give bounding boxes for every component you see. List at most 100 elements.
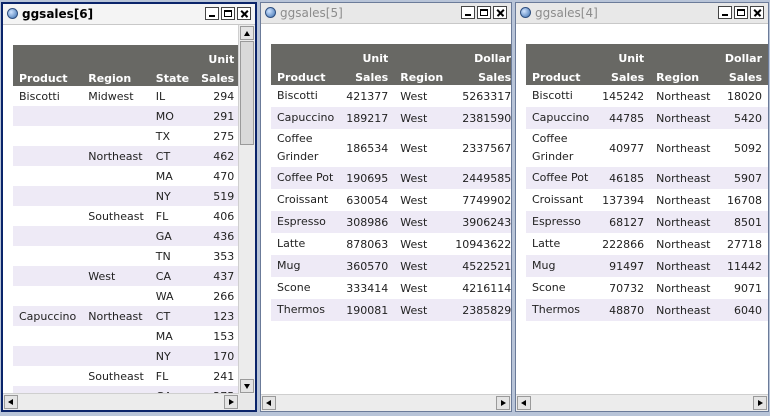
- table-cell: FL: [155, 209, 169, 223]
- column-header[interactable]: Sales: [596, 65, 651, 85]
- table-cell: West: [400, 89, 428, 103]
- table-cell: Northeast: [650, 107, 718, 129]
- column-header[interactable]: [526, 44, 597, 65]
- close-button[interactable]: [750, 6, 764, 19]
- window-ggsales-5[interactable]: ggsales[5] Unit Dollar Product Sales Region S…: [260, 2, 512, 412]
- table-cell: 27718: [727, 237, 762, 251]
- table-cell: Capuccino: [271, 107, 341, 129]
- column-header[interactable]: Unit: [596, 44, 651, 65]
- titlebar[interactable]: ggsales[5]: [261, 3, 511, 24]
- table-cell: Southeast: [88, 209, 144, 223]
- horizontal-scrollbar[interactable]: [516, 394, 768, 411]
- column-header[interactable]: [82, 45, 150, 66]
- scroll-left-button[interactable]: [4, 395, 18, 409]
- close-button[interactable]: [237, 7, 251, 20]
- table-cell: Scone: [277, 281, 311, 294]
- table-cell: [13, 346, 83, 366]
- column-header[interactable]: Sales: [449, 65, 511, 85]
- column-header[interactable]: Unit: [195, 45, 239, 66]
- table-cell: MA: [155, 329, 173, 343]
- table-cell: 137394: [602, 193, 645, 207]
- window-ggsales-4[interactable]: ggsales[4] Unit Dollar Product Sales Region S…: [515, 2, 769, 412]
- scroll-thumb[interactable]: [240, 41, 254, 145]
- table-row: Espresso 308986 West 3906243: [271, 211, 511, 233]
- table-row: GA 436: [13, 226, 239, 246]
- scroll-up-button[interactable]: [240, 26, 254, 40]
- scroll-down-button[interactable]: [240, 379, 254, 393]
- column-header[interactable]: Region: [394, 65, 450, 85]
- table-cell: Espresso: [271, 211, 341, 233]
- header-row: Product Sales Region Sales: [526, 65, 768, 85]
- table-body: Biscotti 145242 Northeast 18020 Capuccino 447…: [526, 85, 768, 321]
- table-header: Unit Dollar Product Sales Region Sales: [526, 44, 768, 85]
- column-header[interactable]: Product: [526, 65, 597, 85]
- table-cell: 222866: [602, 237, 645, 251]
- maximize-button[interactable]: [734, 6, 748, 19]
- scroll-right-button[interactable]: [753, 396, 767, 410]
- horizontal-scrollbar[interactable]: [3, 393, 239, 410]
- table-cell: Northeast: [656, 141, 711, 155]
- table-cell: 878063: [346, 237, 389, 251]
- table-row: MA 470: [13, 166, 239, 186]
- column-header[interactable]: [13, 45, 83, 66]
- column-header[interactable]: Product: [13, 66, 83, 86]
- minimize-button[interactable]: [461, 6, 475, 19]
- window-ggsales-6[interactable]: ggsales[6] Unit Product Region State Sales B…: [1, 2, 257, 412]
- column-header[interactable]: Dollar: [717, 44, 768, 65]
- table-row: NY 170: [13, 346, 239, 366]
- table-header: Unit Product Region State Sales: [13, 45, 239, 86]
- table-cell: Croissant: [277, 193, 329, 206]
- header-row: Product Region State Sales: [13, 66, 239, 86]
- table-cell: [82, 106, 150, 126]
- column-header[interactable]: Product: [271, 65, 341, 85]
- window-title: ggsales[5]: [280, 6, 343, 20]
- maximize-button[interactable]: [221, 7, 235, 20]
- column-header[interactable]: Sales: [195, 66, 239, 86]
- table-row: TX 275: [13, 126, 239, 146]
- table-cell: WA: [155, 289, 174, 303]
- header-row: Unit Dollar: [526, 44, 768, 65]
- table-cell: 153: [213, 329, 235, 343]
- column-header[interactable]: Region: [650, 65, 718, 85]
- minimize-button[interactable]: [718, 6, 732, 19]
- table-cell: 436: [195, 226, 239, 246]
- horizontal-scrollbar[interactable]: [261, 394, 511, 411]
- column-header[interactable]: [650, 44, 718, 65]
- vertical-scrollbar[interactable]: [238, 25, 255, 394]
- table-cell: [13, 226, 83, 246]
- table-row: Biscotti 145242 Northeast 18020: [526, 85, 768, 107]
- scroll-left-button[interactable]: [262, 396, 276, 410]
- column-header[interactable]: [394, 44, 450, 65]
- close-button[interactable]: [493, 6, 507, 19]
- maximize-button[interactable]: [477, 6, 491, 19]
- table-cell: [13, 106, 83, 126]
- table-row: Biscotti Midwest IL 294: [13, 86, 239, 106]
- table-cell: 7749902: [462, 193, 511, 207]
- column-header[interactable]: [271, 44, 341, 65]
- table-cell: 9071: [734, 281, 762, 295]
- column-header[interactable]: State: [149, 66, 196, 86]
- column-header[interactable]: Sales: [717, 65, 768, 85]
- table-cell: [13, 186, 83, 206]
- table-cell: 5907: [717, 167, 768, 189]
- minimize-button[interactable]: [205, 7, 219, 20]
- scroll-left-button[interactable]: [517, 396, 531, 410]
- table-row: Southeast FL 241: [13, 366, 239, 386]
- table-cell: Southeast: [88, 369, 144, 383]
- table-cell: 4216114: [462, 281, 511, 295]
- table-cell: Capuccino: [526, 107, 597, 129]
- titlebar[interactable]: ggsales[6]: [3, 4, 255, 25]
- column-header[interactable]: Region: [82, 66, 150, 86]
- column-header[interactable]: Unit: [340, 44, 395, 65]
- column-header[interactable]: [149, 45, 196, 66]
- table-cell: CA: [149, 266, 196, 286]
- column-header[interactable]: Sales: [340, 65, 395, 85]
- titlebar[interactable]: ggsales[4]: [516, 3, 768, 24]
- data-table: Unit Product Region State Sales Biscotti Midw…: [13, 45, 239, 394]
- table-cell: 5263317: [462, 89, 511, 103]
- window-title: ggsales[4]: [535, 6, 598, 20]
- scroll-right-button[interactable]: [496, 396, 510, 410]
- column-header[interactable]: Dollar: [449, 44, 511, 65]
- header-row: Unit Dollar: [271, 44, 511, 65]
- scroll-right-button[interactable]: [224, 395, 238, 409]
